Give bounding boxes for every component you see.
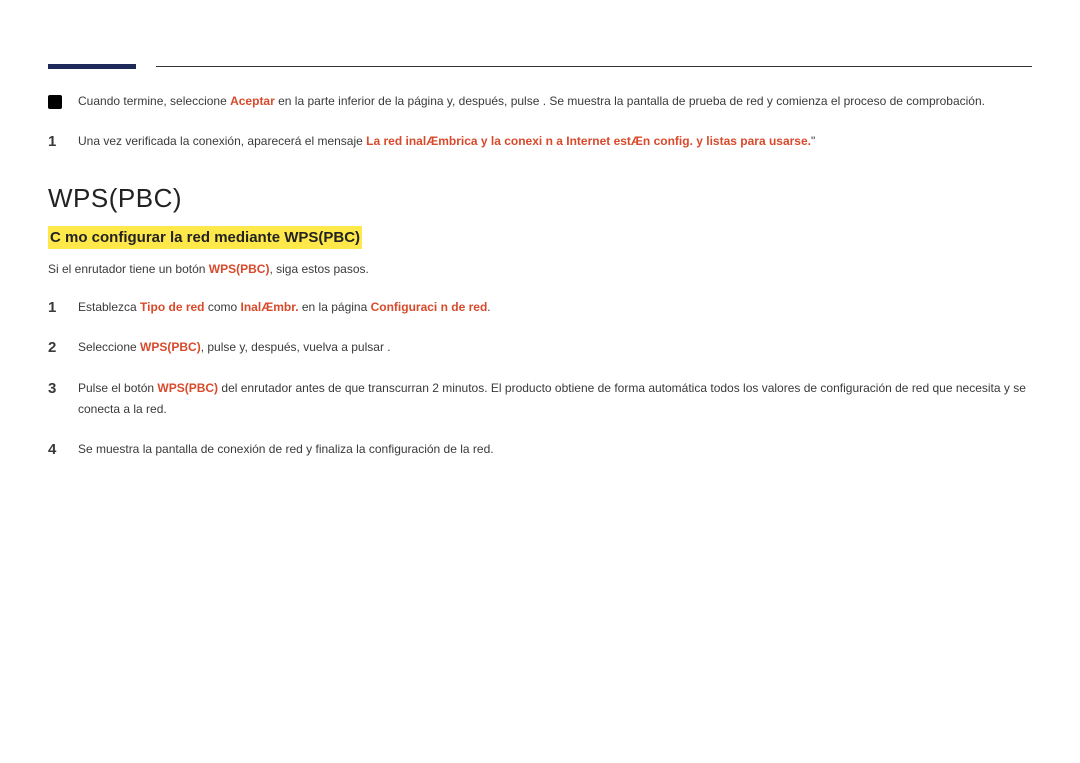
verify-msg: La red inalÆmbrica y la conexi n a Inter… — [366, 134, 811, 148]
highlight-term: Configuraci n de red — [371, 300, 488, 314]
step-fragment: , pulse y, después, vuelva a pulsar . — [201, 340, 391, 354]
highlight-term: Tipo de red — [140, 300, 204, 314]
info-block: Cuando termine, seleccione Aceptar en la… — [48, 91, 1032, 113]
step-text: Seleccione WPS(PBC), pulse y, después, v… — [78, 337, 391, 360]
step-row: 4Se muestra la pantalla de conexión de r… — [48, 439, 1032, 462]
step-number: 4 — [48, 439, 78, 462]
intro-post: , siga estos pasos. — [269, 262, 368, 276]
step-fragment: Se muestra la pantalla de conexión de re… — [78, 442, 494, 456]
verify-num: 1 — [48, 131, 78, 154]
verify-text: Una vez verificada la conexión, aparecer… — [78, 131, 815, 154]
highlight-term: InalÆmbr. — [241, 300, 299, 314]
section-title: WPS(PBC) — [48, 183, 1032, 214]
step-text: Pulse el botón WPS(PBC) del enrutador an… — [78, 378, 1032, 421]
divider-line — [156, 66, 1032, 67]
step-fragment: del enrutador antes de que transcurran 2… — [78, 381, 1026, 417]
subheading-wrap: C mo configurar la red mediante WPS(PBC) — [48, 226, 1032, 259]
header-rule — [48, 64, 1032, 69]
intro-wps: WPS(PBC) — [209, 262, 270, 276]
intro-pre: Si el enrutador tiene un botón — [48, 262, 209, 276]
info-icon — [48, 91, 78, 113]
steps-list: 1Establezca Tipo de red como InalÆmbr. e… — [48, 297, 1032, 462]
step-number: 2 — [48, 337, 78, 360]
verify-post: " — [811, 134, 815, 148]
step-fragment: Establezca — [78, 300, 140, 314]
step-row: 3Pulse el botón WPS(PBC) del enrutador a… — [48, 378, 1032, 421]
subheading: C mo configurar la red mediante WPS(PBC) — [48, 226, 362, 249]
step-text: Establezca Tipo de red como InalÆmbr. en… — [78, 297, 491, 320]
intro-text: Si el enrutador tiene un botón WPS(PBC),… — [48, 259, 1032, 281]
accent-bar — [48, 64, 136, 69]
step-fragment: . — [487, 300, 490, 314]
info-post: en la parte inferior de la página y, des… — [275, 94, 985, 108]
highlight-term: WPS(PBC) — [157, 381, 218, 395]
step-row: 2Seleccione WPS(PBC), pulse y, después, … — [48, 337, 1032, 360]
step-number: 1 — [48, 297, 78, 320]
document-page: Cuando termine, seleccione Aceptar en la… — [0, 0, 1080, 461]
step-fragment: Seleccione — [78, 340, 140, 354]
highlight-term: WPS(PBC) — [140, 340, 201, 354]
step-number: 3 — [48, 378, 78, 421]
verify-block: 1 Una vez verificada la conexión, aparec… — [48, 131, 1032, 154]
info-aceptar: Aceptar — [230, 94, 275, 108]
step-fragment: Pulse el botón — [78, 381, 157, 395]
info-text: Cuando termine, seleccione Aceptar en la… — [78, 91, 985, 113]
step-text: Se muestra la pantalla de conexión de re… — [78, 439, 494, 462]
step-fragment: como — [205, 300, 241, 314]
step-row: 1Establezca Tipo de red como InalÆmbr. e… — [48, 297, 1032, 320]
verify-pre: Una vez verificada la conexión, aparecer… — [78, 134, 366, 148]
info-pre: Cuando termine, seleccione — [78, 94, 230, 108]
step-fragment: en la página — [299, 300, 371, 314]
